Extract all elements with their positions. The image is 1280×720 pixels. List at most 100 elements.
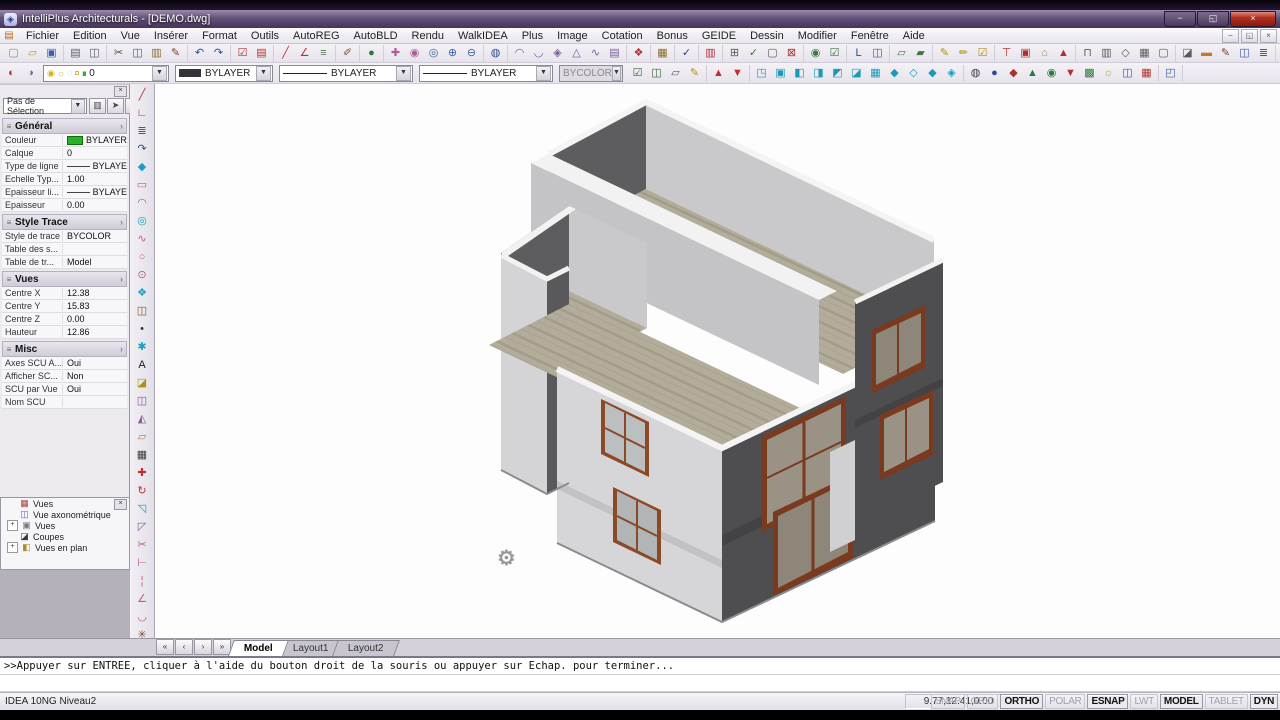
multiline-icon[interactable]: ≣ [132, 122, 152, 140]
layout-box-icon[interactable]: ◫ [868, 45, 887, 62]
tab-nav-0[interactable]: « [156, 639, 174, 655]
property-row-type-de-ligne[interactable]: Type de ligneBYLAYE [2, 160, 127, 173]
clipboard-tool-icon[interactable]: ▢ [1154, 45, 1173, 62]
point-icon[interactable]: • [132, 320, 152, 338]
chevron-down-icon[interactable]: ▼ [536, 66, 551, 81]
home-tool-icon[interactable]: ⌂ [1035, 45, 1054, 62]
menu-vue[interactable]: Vue [114, 29, 147, 43]
property-row-epaisseur[interactable]: Epaisseur0.00 [2, 199, 127, 212]
tree-item-vues-en-plan[interactable]: +◧Vues en plan [1, 542, 129, 553]
cut-icon[interactable]: ✂ [109, 45, 128, 62]
layer-manager-icon[interactable]: ▤ [605, 45, 624, 62]
shade-2d-icon[interactable]: ◍ [966, 65, 985, 82]
wall-box-icon[interactable]: ▢ [763, 45, 782, 62]
property-row-centre-y[interactable]: Centre Y15.83 [2, 300, 127, 313]
paste-icon[interactable]: ▥ [147, 45, 166, 62]
arc-3pt-icon[interactable]: ↷ [132, 140, 152, 158]
menu-cotation[interactable]: Cotation [595, 29, 650, 43]
menu-plus[interactable]: Plus [515, 29, 550, 43]
toggle-ortho[interactable]: ORTHO [1000, 694, 1043, 709]
grid-tool-icon[interactable]: ▦ [1135, 45, 1154, 62]
open-icon[interactable]: ▱ [23, 45, 42, 62]
section-header-style-trace[interactable]: ≡Style Trace› [2, 214, 127, 230]
scale-icon[interactable]: ◹ [132, 500, 152, 518]
fillet-icon[interactable]: ◡ [132, 608, 152, 626]
layer-props-icon[interactable]: ◐ [2, 65, 21, 82]
color-combo[interactable]: BYLAYER ▼ [175, 65, 273, 82]
donut-icon[interactable]: ◎ [132, 212, 152, 230]
zoom-realtime-icon[interactable]: ◉ [405, 45, 424, 62]
property-row-centre-x[interactable]: Centre X12.38 [2, 287, 127, 300]
copy-layer-icon[interactable]: ◫ [647, 65, 666, 82]
tree-item-coupes[interactable]: ◪Coupes [1, 531, 129, 542]
toggle-lwt[interactable]: LWT [1130, 694, 1157, 709]
chevron-down-icon[interactable]: ▼ [152, 66, 167, 81]
hatch-icon[interactable]: ✱ [132, 338, 152, 356]
markup-icon[interactable]: ▤ [252, 45, 271, 62]
zoom-window-icon[interactable]: ◎ [424, 45, 443, 62]
line-tool-icon[interactable]: ╱ [276, 45, 295, 62]
quick-select-button[interactable]: ▥ [89, 98, 106, 114]
view-bottom-icon[interactable]: ▣ [771, 65, 790, 82]
paste-block-icon[interactable]: ◰ [1161, 65, 1180, 82]
pan-icon[interactable]: ✚ [386, 45, 405, 62]
tree-item-vues[interactable]: +▣Vues [1, 520, 129, 531]
mdi-minimize-button[interactable]: − [1222, 29, 1239, 43]
materials-icon[interactable]: ▥ [701, 45, 720, 62]
redraw-icon[interactable]: ◠ [510, 45, 529, 62]
chamfer-icon[interactable]: ∠ [132, 590, 152, 608]
extend-icon[interactable]: ⊢ [132, 554, 152, 572]
menu-outils[interactable]: Outils [244, 29, 286, 43]
toggle-tablet[interactable]: TABLET [1205, 694, 1248, 709]
drawing-viewport[interactable]: ⚙ [155, 84, 1280, 638]
toggle-polar[interactable]: POLAR [1045, 694, 1085, 709]
lineweight-combo[interactable]: BYLAYER ▼ [419, 65, 553, 82]
pencil-draw-icon[interactable]: ✎ [935, 45, 954, 62]
close-icon[interactable]: × [114, 86, 127, 97]
chevron-down-icon[interactable]: ▼ [256, 66, 271, 81]
regen-icon[interactable]: ◡ [529, 45, 548, 62]
break-icon[interactable]: ¦ [132, 572, 152, 590]
property-row-afficher-sc-[interactable]: Afficher SC...Non [2, 370, 127, 383]
circle-icon[interactable]: ○ [132, 248, 152, 266]
menu-image[interactable]: Image [550, 29, 595, 43]
rectangle-icon[interactable]: ▭ [132, 176, 152, 194]
section-header-vues[interactable]: ≡Vues› [2, 271, 127, 287]
line-icon[interactable]: ╱ [132, 86, 152, 104]
scene-tool-icon[interactable]: ◫ [1118, 65, 1137, 82]
offset-icon[interactable]: ▱ [132, 428, 152, 446]
tab-nav-2[interactable]: › [194, 639, 212, 655]
property-row-axes-scu-a-[interactable]: Axes SCU A...Oui [2, 357, 127, 370]
stack-tool-icon[interactable]: ≣ [1254, 45, 1273, 62]
menu-fenetre[interactable]: Fenêtre [844, 29, 896, 43]
chevron-down-icon[interactable]: ▼ [71, 99, 85, 114]
iso-sw-icon[interactable]: ◆ [885, 65, 904, 82]
property-row-style-de-trace[interactable]: Style de traceBYCOLOR [2, 230, 127, 243]
help-icon[interactable]: ◍ [486, 45, 505, 62]
iso-nw-icon[interactable]: ◈ [942, 65, 961, 82]
menu-modifier[interactable]: Modifier [791, 29, 844, 43]
eraser-tool-icon[interactable]: ◪ [1178, 45, 1197, 62]
undo-icon[interactable]: ↶ [190, 45, 209, 62]
view-left-icon[interactable]: ◧ [790, 65, 809, 82]
view-top-icon[interactable]: ◳ [752, 65, 771, 82]
sheet-set-icon[interactable]: ▦ [653, 45, 672, 62]
properties-toggle-icon[interactable]: ❖ [629, 45, 648, 62]
polygon-icon[interactable]: ◆ [132, 158, 152, 176]
spline-icon[interactable]: ∿ [132, 230, 152, 248]
view-right-icon[interactable]: ◨ [809, 65, 828, 82]
menu-walkidea[interactable]: WalkIDEA [451, 29, 515, 43]
toggle-dyn[interactable]: DYN [1250, 694, 1278, 709]
copy-icon[interactable]: ◫ [128, 45, 147, 62]
menu-bonus[interactable]: Bonus [650, 29, 695, 43]
selection-combo[interactable]: Pas de Sélection ▼ [3, 98, 87, 114]
brick-tool-icon[interactable]: ▬ [1197, 45, 1216, 62]
toggle-snap[interactable]: SNAP [931, 694, 965, 709]
layout-l-icon[interactable]: L [849, 45, 868, 62]
check-standards-icon[interactable]: ✓ [677, 45, 696, 62]
property-row-table-de-tr-[interactable]: Table de tr...Model [2, 256, 127, 269]
property-row-couleur[interactable]: CouleurBYLAYER [2, 134, 127, 147]
slab-a-icon[interactable]: ▱ [892, 45, 911, 62]
ellipse-icon[interactable]: ⊙ [132, 266, 152, 284]
menu-dessin[interactable]: Dessin [743, 29, 791, 43]
